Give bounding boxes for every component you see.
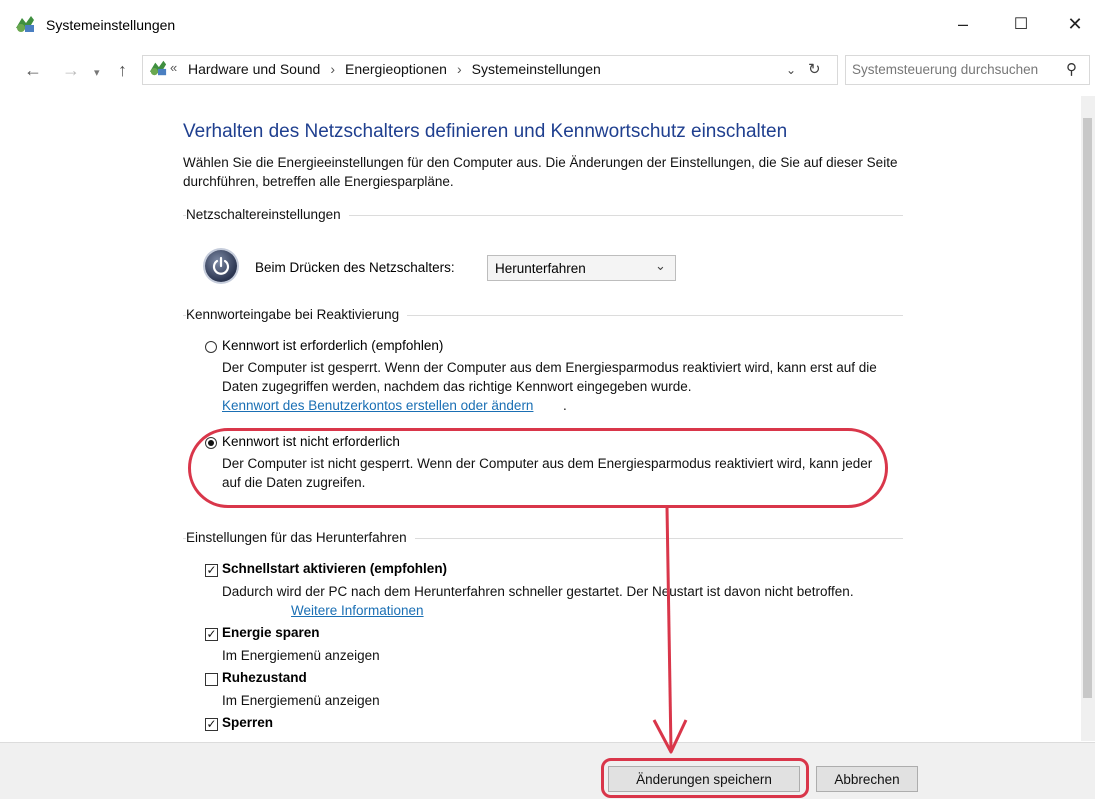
radio-password-required[interactable] xyxy=(205,341,217,353)
breadcrumb-overflow[interactable]: « xyxy=(170,60,177,75)
power-button-action-value: Herunterfahren xyxy=(495,261,586,276)
sleep-description: Im Energiemenü anzeigen xyxy=(222,648,380,663)
breadcrumb-separator: › xyxy=(330,61,335,77)
hibernate-description: Im Energiemenü anzeigen xyxy=(222,693,380,708)
close-button[interactable]: ✕ xyxy=(1052,8,1095,40)
power-button-label: Beim Drücken des Netzschalters: xyxy=(255,260,455,275)
search-placeholder: Systemsteuerung durchsuchen xyxy=(852,62,1039,77)
section-title-shutdown: Einstellungen für das Herunterfahren xyxy=(186,530,415,545)
minimize-button[interactable]: – xyxy=(940,8,986,40)
checkbox-sleep[interactable]: ✓ xyxy=(205,628,218,641)
breadcrumb: Hardware und Sound › Energieoptionen › Syste… xyxy=(188,61,601,77)
scrollbar-thumb[interactable] xyxy=(1083,118,1092,698)
breadcrumb-item-hardware[interactable]: Hardware und Sound xyxy=(188,61,320,77)
up-arrow-icon[interactable]: ↑ xyxy=(118,60,127,81)
checkbox-fast-startup[interactable]: ✓ xyxy=(205,564,218,577)
section-title-password: Kennworteingabe bei Reaktivierung xyxy=(186,307,408,322)
control-panel-small-icon xyxy=(148,59,168,82)
fast-startup-description: Dadurch wird der PC nach dem Herunterfah… xyxy=(222,584,854,599)
checkmark-icon: ✓ xyxy=(206,627,217,641)
breadcrumb-item-energy[interactable]: Energieoptionen xyxy=(345,61,447,77)
search-icon[interactable]: ⚲ xyxy=(1066,60,1077,78)
annotation-highlight-button xyxy=(601,758,809,798)
user-account-password-link[interactable]: Kennwort des Benutzerkontos erstellen od… xyxy=(222,396,533,415)
radio-label-password-required[interactable]: Kennwort ist erforderlich (empfohlen) xyxy=(222,338,443,353)
breadcrumb-item-system[interactable]: Systemeinstellungen xyxy=(472,61,601,77)
checkbox-hibernate[interactable] xyxy=(205,673,218,686)
checkbox-lock[interactable]: ✓ xyxy=(205,718,218,731)
refresh-icon[interactable]: ↻ xyxy=(808,60,821,78)
control-panel-icon xyxy=(14,14,36,34)
password-required-description: Der Computer ist gesperrt. Wenn der Comp… xyxy=(222,360,877,394)
annotation-arrow-icon xyxy=(652,506,688,754)
recent-locations-chevron-icon[interactable]: ▾ xyxy=(94,66,100,79)
checkbox-label-sleep[interactable]: Energie sparen xyxy=(222,625,320,640)
forward-arrow-icon[interactable]: → xyxy=(62,60,80,81)
annotation-highlight-ellipse xyxy=(188,428,888,508)
maximize-button[interactable]: ☐ xyxy=(998,8,1044,40)
checkbox-label-lock[interactable]: Sperren xyxy=(222,715,273,730)
page-title: Verhalten des Netzschalters definieren u… xyxy=(183,121,788,142)
checkmark-icon: ✓ xyxy=(206,717,217,731)
page-intro: Wählen Sie die Energieeinstellungen für … xyxy=(183,155,898,189)
back-arrow-icon[interactable]: ← xyxy=(24,60,42,81)
checkmark-icon: ✓ xyxy=(206,563,217,577)
chevron-down-icon: ⌄ xyxy=(655,258,666,273)
breadcrumb-separator: › xyxy=(456,61,462,77)
window-title: Systemeinstellungen xyxy=(46,17,176,33)
footer-bar xyxy=(0,742,1095,799)
more-information-link[interactable]: Weitere Informationen xyxy=(291,601,424,620)
checkbox-label-hibernate[interactable]: Ruhezustand xyxy=(222,670,307,685)
power-icon xyxy=(205,250,237,282)
section-title-power-button: Netzschaltereinstellungen xyxy=(186,207,349,222)
address-dropdown-chevron-icon[interactable]: ⌄ xyxy=(786,63,796,77)
link-trailing-period: . xyxy=(563,398,567,413)
checkbox-label-fast-startup[interactable]: Schnellstart aktivieren (empfohlen) xyxy=(222,561,447,576)
cancel-button[interactable]: Abbrechen xyxy=(816,766,918,792)
